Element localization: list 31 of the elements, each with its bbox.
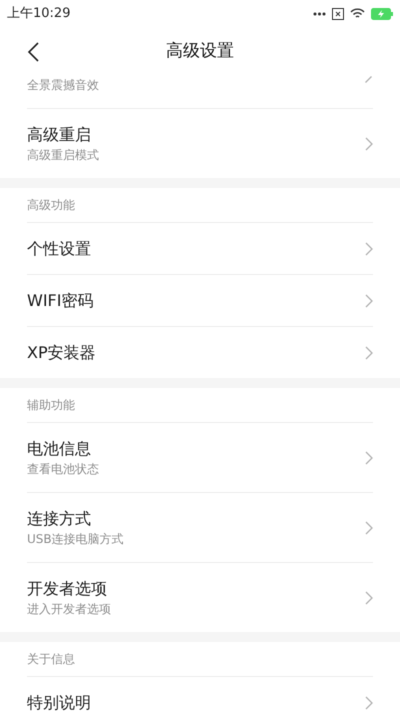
settings-item[interactable]: 特别说明: [0, 676, 400, 711]
settings-item[interactable]: WIFI密码: [0, 274, 400, 326]
item-title: XP安装器: [27, 342, 97, 364]
status-time: 上午10:29: [7, 5, 70, 24]
item-subtitle: 进入开发者选项: [27, 600, 112, 618]
item-title: WIFI密码: [27, 290, 94, 312]
item-title: 电池信息: [27, 438, 92, 460]
item-title: 连接方式: [27, 508, 92, 530]
settings-item[interactable]: 个性设置: [0, 222, 400, 274]
wifi-icon: [350, 8, 365, 20]
page-title: 高级设置: [166, 40, 234, 64]
settings-item[interactable]: 电池信息 查看电池状态: [0, 422, 400, 492]
settings-item[interactable]: 开发者选项 进入开发者选项: [0, 562, 400, 632]
item-subtitle: 全景震撼音效: [27, 77, 100, 94]
battery-charging-icon: [371, 8, 393, 20]
item-subtitle: 高级重启模式: [27, 146, 100, 164]
settings-item[interactable]: XP安装器: [0, 326, 400, 378]
item-title: 开发者选项: [27, 578, 108, 600]
item-title: 个性设置: [27, 238, 92, 260]
item-subtitle: 查看电池状态: [27, 460, 100, 478]
no-sim-icon: [332, 8, 344, 20]
settings-item[interactable]: 高级重启 高级重启模式: [0, 108, 400, 178]
settings-item[interactable]: 连接方式 USB连接电脑方式: [0, 492, 400, 562]
item-title: 高级重启: [27, 124, 92, 146]
item-subtitle: USB连接电脑方式: [27, 530, 125, 548]
section-heading: 辅助功能: [27, 397, 75, 414]
section-heading: 关于信息: [27, 651, 75, 668]
section-heading: 高级功能: [27, 197, 75, 214]
item-title: 特别说明: [27, 692, 92, 711]
back-icon[interactable]: [27, 42, 39, 62]
more-dots-icon: [313, 12, 326, 16]
